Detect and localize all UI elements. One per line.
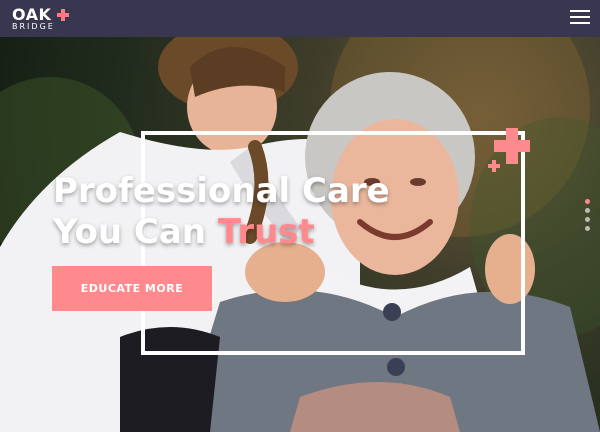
small-plus-icon [488, 160, 500, 172]
slider-pagination [585, 199, 591, 235]
headline-line-2-prefix: You Can [53, 212, 218, 252]
slider-dot[interactable] [585, 217, 590, 222]
educate-more-button[interactable]: EDUCATE MORE [52, 266, 212, 311]
page: OAK BRIDGE Professional Care You Can Tru… [0, 0, 600, 432]
brand-logo[interactable]: OAK BRIDGE [12, 5, 69, 32]
slider-dot[interactable] [585, 226, 590, 231]
logo-sub-text: BRIDGE [12, 22, 55, 31]
hamburger-line [570, 10, 590, 12]
logo-main-text: OAK [12, 5, 52, 24]
hamburger-line [570, 16, 590, 18]
large-plus-icon [494, 128, 530, 164]
hamburger-menu-button[interactable] [570, 10, 590, 25]
headline-line-2: You Can Trust [53, 212, 390, 253]
logo-plus-icon [57, 9, 69, 21]
top-nav-bar: OAK BRIDGE [0, 0, 600, 37]
hamburger-line [570, 22, 590, 24]
slider-dot[interactable] [585, 208, 590, 213]
headline-line-1: Professional Care [53, 171, 390, 211]
hero-headline: Professional Care You Can Trust [53, 171, 390, 253]
headline-accent-word: Trust [217, 212, 315, 252]
slider-dot[interactable] [585, 199, 590, 204]
